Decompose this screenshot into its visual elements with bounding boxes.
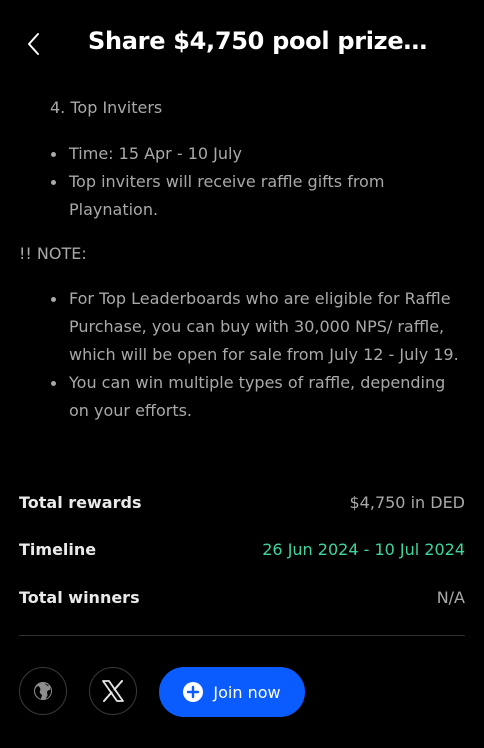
plus-circle-icon bbox=[183, 682, 204, 702]
chevron-left-icon bbox=[28, 33, 39, 55]
x-share-button[interactable] bbox=[89, 667, 137, 715]
stat-row-total-rewards: Total rewards $4,750 in DED bbox=[19, 488, 465, 516]
header: Share $4,750 pool prize… bbox=[0, 0, 484, 90]
list-item: You can win multiple types of raffle, de… bbox=[0, 369, 484, 425]
note-label: !! NOTE: bbox=[19, 244, 87, 263]
stat-value: 26 Jun 2024 - 10 Jul 2024 bbox=[262, 539, 465, 559]
globe-icon bbox=[34, 682, 52, 700]
join-now-button[interactable]: Join now bbox=[159, 667, 305, 717]
page-title: Share $4,750 pool prize… bbox=[88, 27, 428, 55]
x-logo-icon bbox=[102, 680, 124, 702]
stat-label: Total winners bbox=[19, 587, 140, 607]
stat-value: $4,750 in DED bbox=[349, 492, 466, 512]
note-bullet-list: For Top Leaderboards who are eligible fo… bbox=[0, 285, 484, 425]
stat-label: Timeline bbox=[19, 539, 97, 559]
back-button[interactable] bbox=[22, 30, 46, 58]
list-item: Time: 15 Apr - 10 July bbox=[0, 140, 484, 168]
list-item: Top inviters will receive raffle gifts f… bbox=[0, 168, 484, 224]
list-heading: 4. Top Inviters bbox=[50, 98, 163, 117]
stat-row-timeline: Timeline 26 Jun 2024 - 10 Jul 2024 bbox=[19, 535, 465, 563]
stat-row-total-winners: Total winners N/A bbox=[19, 583, 465, 611]
stat-label: Total rewards bbox=[19, 492, 142, 512]
divider bbox=[19, 635, 465, 636]
join-now-label: Join now bbox=[213, 682, 281, 702]
inviter-bullet-list: Time: 15 Apr - 10 July Top inviters will… bbox=[0, 140, 484, 224]
website-button[interactable] bbox=[19, 667, 67, 715]
stat-value: N/A bbox=[436, 587, 465, 607]
list-item: For Top Leaderboards who are eligible fo… bbox=[0, 285, 484, 369]
